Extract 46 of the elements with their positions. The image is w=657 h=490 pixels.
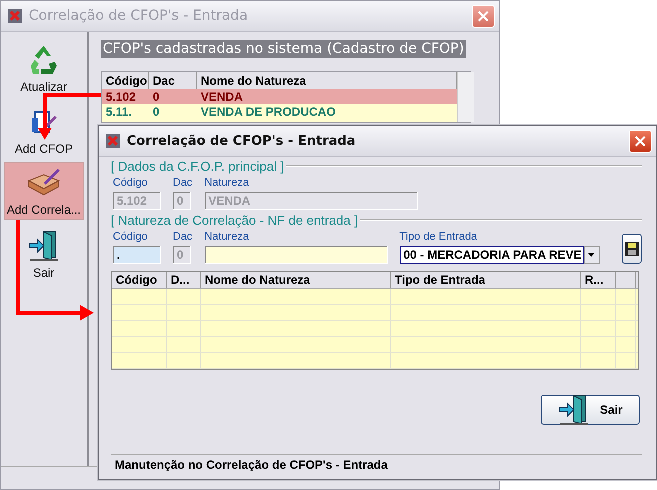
field-label: Dac — [173, 231, 193, 243]
table-row[interactable]: 5.102 0 VENDA — [102, 89, 457, 104]
field-label: Código — [113, 231, 149, 243]
table-cell-text: 5.11. — [105, 104, 134, 118]
field-label: Dac — [173, 177, 193, 189]
connector-arrow — [38, 93, 101, 140]
table-cell-text: VENDA — [200, 90, 244, 104]
toolbar-button[interactable]: Sair — [4, 224, 84, 282]
door-exit-icon — [28, 230, 60, 262]
door-exit-icon — [558, 394, 590, 426]
input-field[interactable]: . — [113, 246, 161, 264]
window-title: Correlação de CFOP's - Entrada — [29, 8, 250, 24]
status-bar: Manutenção no Correlação de CFOP's - Entrada — [111, 454, 642, 475]
field-label: Tipo de Entrada — [400, 231, 478, 243]
caret-icon — [588, 253, 596, 257]
column-header[interactable]: Código — [112, 272, 167, 288]
close-icon — [478, 10, 489, 22]
toolbar-button[interactable]: Add Correla... — [4, 162, 84, 220]
field-label: Código — [113, 177, 149, 189]
column-header[interactable]: R... — [581, 272, 616, 288]
app-icon — [105, 133, 121, 149]
field-label: Natureza — [204, 231, 250, 243]
group-legend: [ Natureza de Correlação - NF de entrada ] — [111, 213, 642, 228]
close-button[interactable] — [472, 4, 495, 28]
exit-button[interactable]: Sair — [541, 395, 640, 425]
save-button[interactable] — [622, 234, 642, 264]
field-label: Natureza — [204, 177, 250, 189]
table-cell-text: 0 — [152, 90, 161, 104]
group-legend: [ Dados da C.F.O.P. principal ] — [111, 159, 642, 174]
table-cell-text: 0 — [152, 104, 161, 118]
type-dropdown[interactable]: 00 - MERCADORIA PARA REVE — [400, 246, 584, 264]
dropdown-button[interactable] — [584, 246, 600, 264]
table-row[interactable]: 5.11. 0 VENDA DE PRODUCAO — [102, 104, 457, 119]
app-icon — [7, 8, 23, 24]
table-cell-text: VENDA DE PRODUCAO — [200, 104, 337, 118]
table-cell-text: 5.102 — [105, 90, 138, 104]
section-heading: CFOP's cadastradas no sistema (Cadastro de CFOP) — [101, 40, 466, 58]
scrollbar[interactable] — [457, 72, 474, 122]
toolbar-button[interactable]: Atualizar — [4, 38, 84, 96]
close-icon — [635, 136, 646, 146]
close-button[interactable] — [629, 130, 652, 152]
input-field[interactable] — [204, 246, 388, 264]
window-title: Correlação de CFOP's - Entrada — [127, 134, 357, 148]
column-header[interactable]: Nome do Natureza — [201, 272, 391, 288]
column-header[interactable]: D... — [167, 272, 201, 288]
column-header[interactable]: Tipo de Entrada — [391, 272, 581, 288]
